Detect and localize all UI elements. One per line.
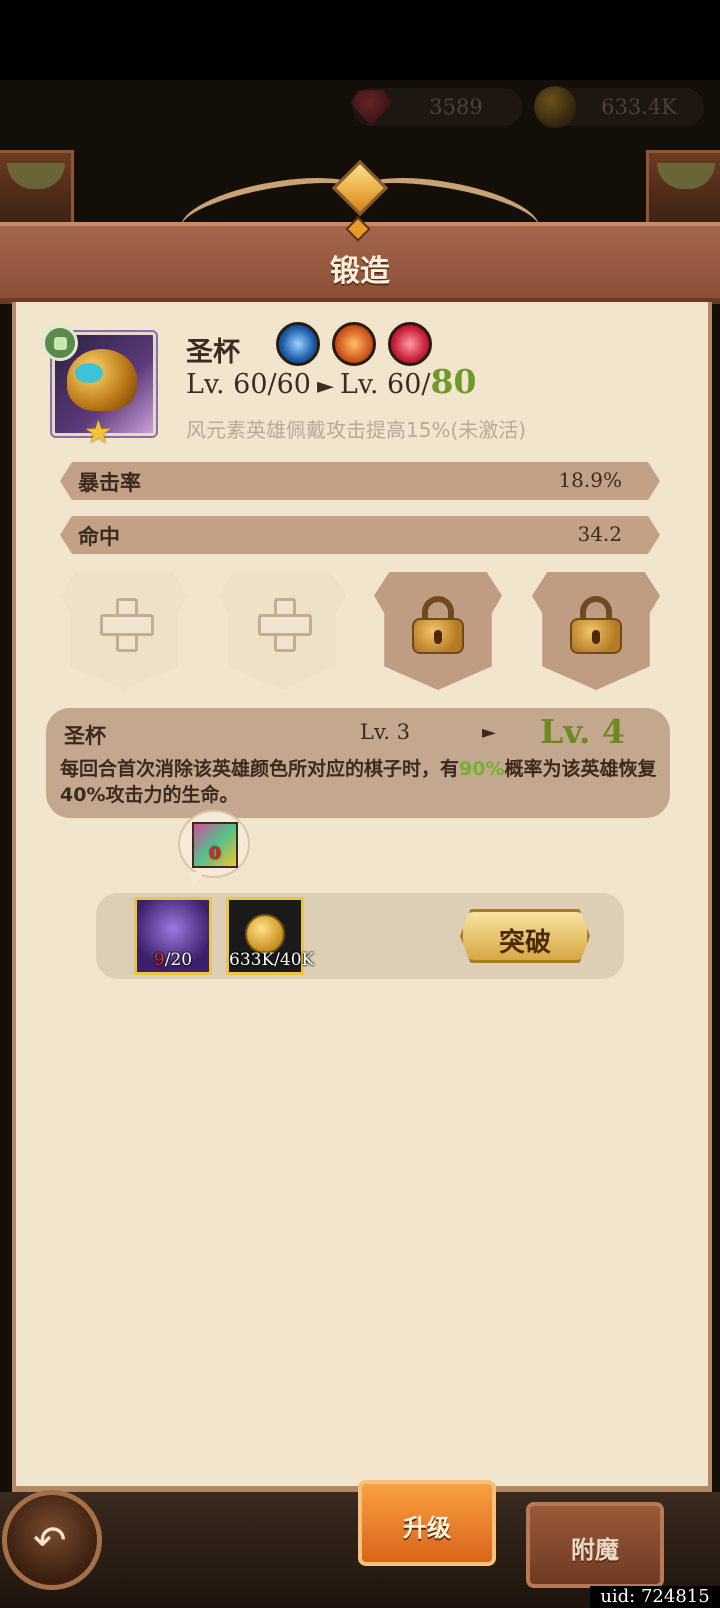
skill-level: Lv. 3 (360, 720, 411, 744)
skill-name: 圣杯 (64, 724, 106, 748)
gold-counter[interactable]: 633.4K (534, 86, 704, 128)
tab-upgrade[interactable]: 升级 (358, 1480, 496, 1566)
material-row: 9/20 633K/40K 突破 (96, 893, 624, 979)
stat-label: 暴击率 (78, 471, 141, 495)
stat-label: 命中 (78, 525, 120, 549)
element-bonus-text: 风元素英雄佩戴攻击提高15%(未激活) (186, 418, 527, 442)
tab-enchant[interactable]: 附魔 (526, 1502, 664, 1588)
gem-value: 3589 (429, 95, 483, 119)
header-bar: 锻造 (0, 216, 720, 304)
stone-have: 9 (153, 950, 165, 970)
gem-counter[interactable]: 3589 (350, 88, 522, 126)
tab-enchant-label: 附魔 (571, 1536, 619, 1564)
class-icon-mage[interactable] (276, 322, 320, 366)
gold-cost: 633K/40K (229, 950, 315, 970)
skill-next-level: Lv. 4 (540, 712, 625, 751)
pillar-right-decoration (646, 150, 720, 225)
page-title: 锻造 (330, 254, 390, 289)
tab-upgrade-label: 升级 (403, 1514, 451, 1542)
plus-icon (258, 598, 312, 652)
rainbow-crystal-icon: 0 (192, 822, 238, 868)
skill-desc-highlight: 90% (459, 758, 505, 780)
padlock-icon (412, 596, 464, 654)
material-bubble[interactable]: 0 (178, 810, 250, 878)
pillar-left-decoration (0, 150, 74, 225)
skill-box: 圣杯 Lv. 3 ► Lv. 4 每回合首次消除该英雄颜色所对应的棋子时，有90… (46, 708, 670, 818)
stat-crit-rate: 暴击率 18.9% (60, 462, 660, 500)
stat-value: 18.9% (558, 468, 622, 492)
gold-value: 633.4K (601, 95, 677, 119)
plus-icon (100, 598, 154, 652)
level-next-max: 80 (430, 362, 477, 401)
gold-material-icon[interactable]: 633K/40K (226, 897, 315, 975)
gold-coin-icon (245, 914, 285, 954)
wind-element-icon (42, 325, 78, 361)
back-arrow-icon: ↶ (33, 1518, 67, 1564)
level-line: Lv. 60/60 ► Lv. 60/80 (186, 362, 476, 401)
level-current: Lv. 60/60 (186, 369, 311, 400)
skill-desc-part: 每回合首次消除该英雄颜色所对应的棋子时，有 (60, 758, 460, 780)
crystal-count: 0 (209, 844, 221, 864)
gold-coin-icon (534, 86, 576, 128)
class-icon-warrior[interactable] (332, 322, 376, 366)
class-icon-beast[interactable] (388, 322, 432, 366)
purple-stone-icon[interactable]: 9/20 (134, 897, 212, 975)
uid-label: uid: 724815 (590, 1586, 720, 1608)
stat-value: 34.2 (577, 522, 622, 546)
ruby-gem-icon (350, 90, 392, 126)
arrow-right-icon: ► (482, 722, 496, 743)
level-next: Lv. 60/ (339, 369, 431, 400)
stone-need: /20 (164, 950, 193, 970)
holy-grail-icon (67, 349, 137, 411)
arrow-right-icon: ► (316, 374, 334, 399)
breakthrough-label: 突破 (498, 928, 551, 958)
skill-description: 每回合首次消除该英雄颜色所对应的棋子时，有90%概率为该英雄恢复40%攻击力的生… (60, 756, 660, 808)
stat-accuracy: 命中 34.2 (60, 516, 660, 554)
status-bar (0, 0, 720, 80)
padlock-icon (570, 596, 622, 654)
star-icon: ★ (84, 413, 113, 451)
stone-count: 9/20 (137, 950, 209, 970)
back-button[interactable]: ↶ (2, 1490, 102, 1590)
breakthrough-button[interactable]: 突破 (460, 909, 590, 963)
